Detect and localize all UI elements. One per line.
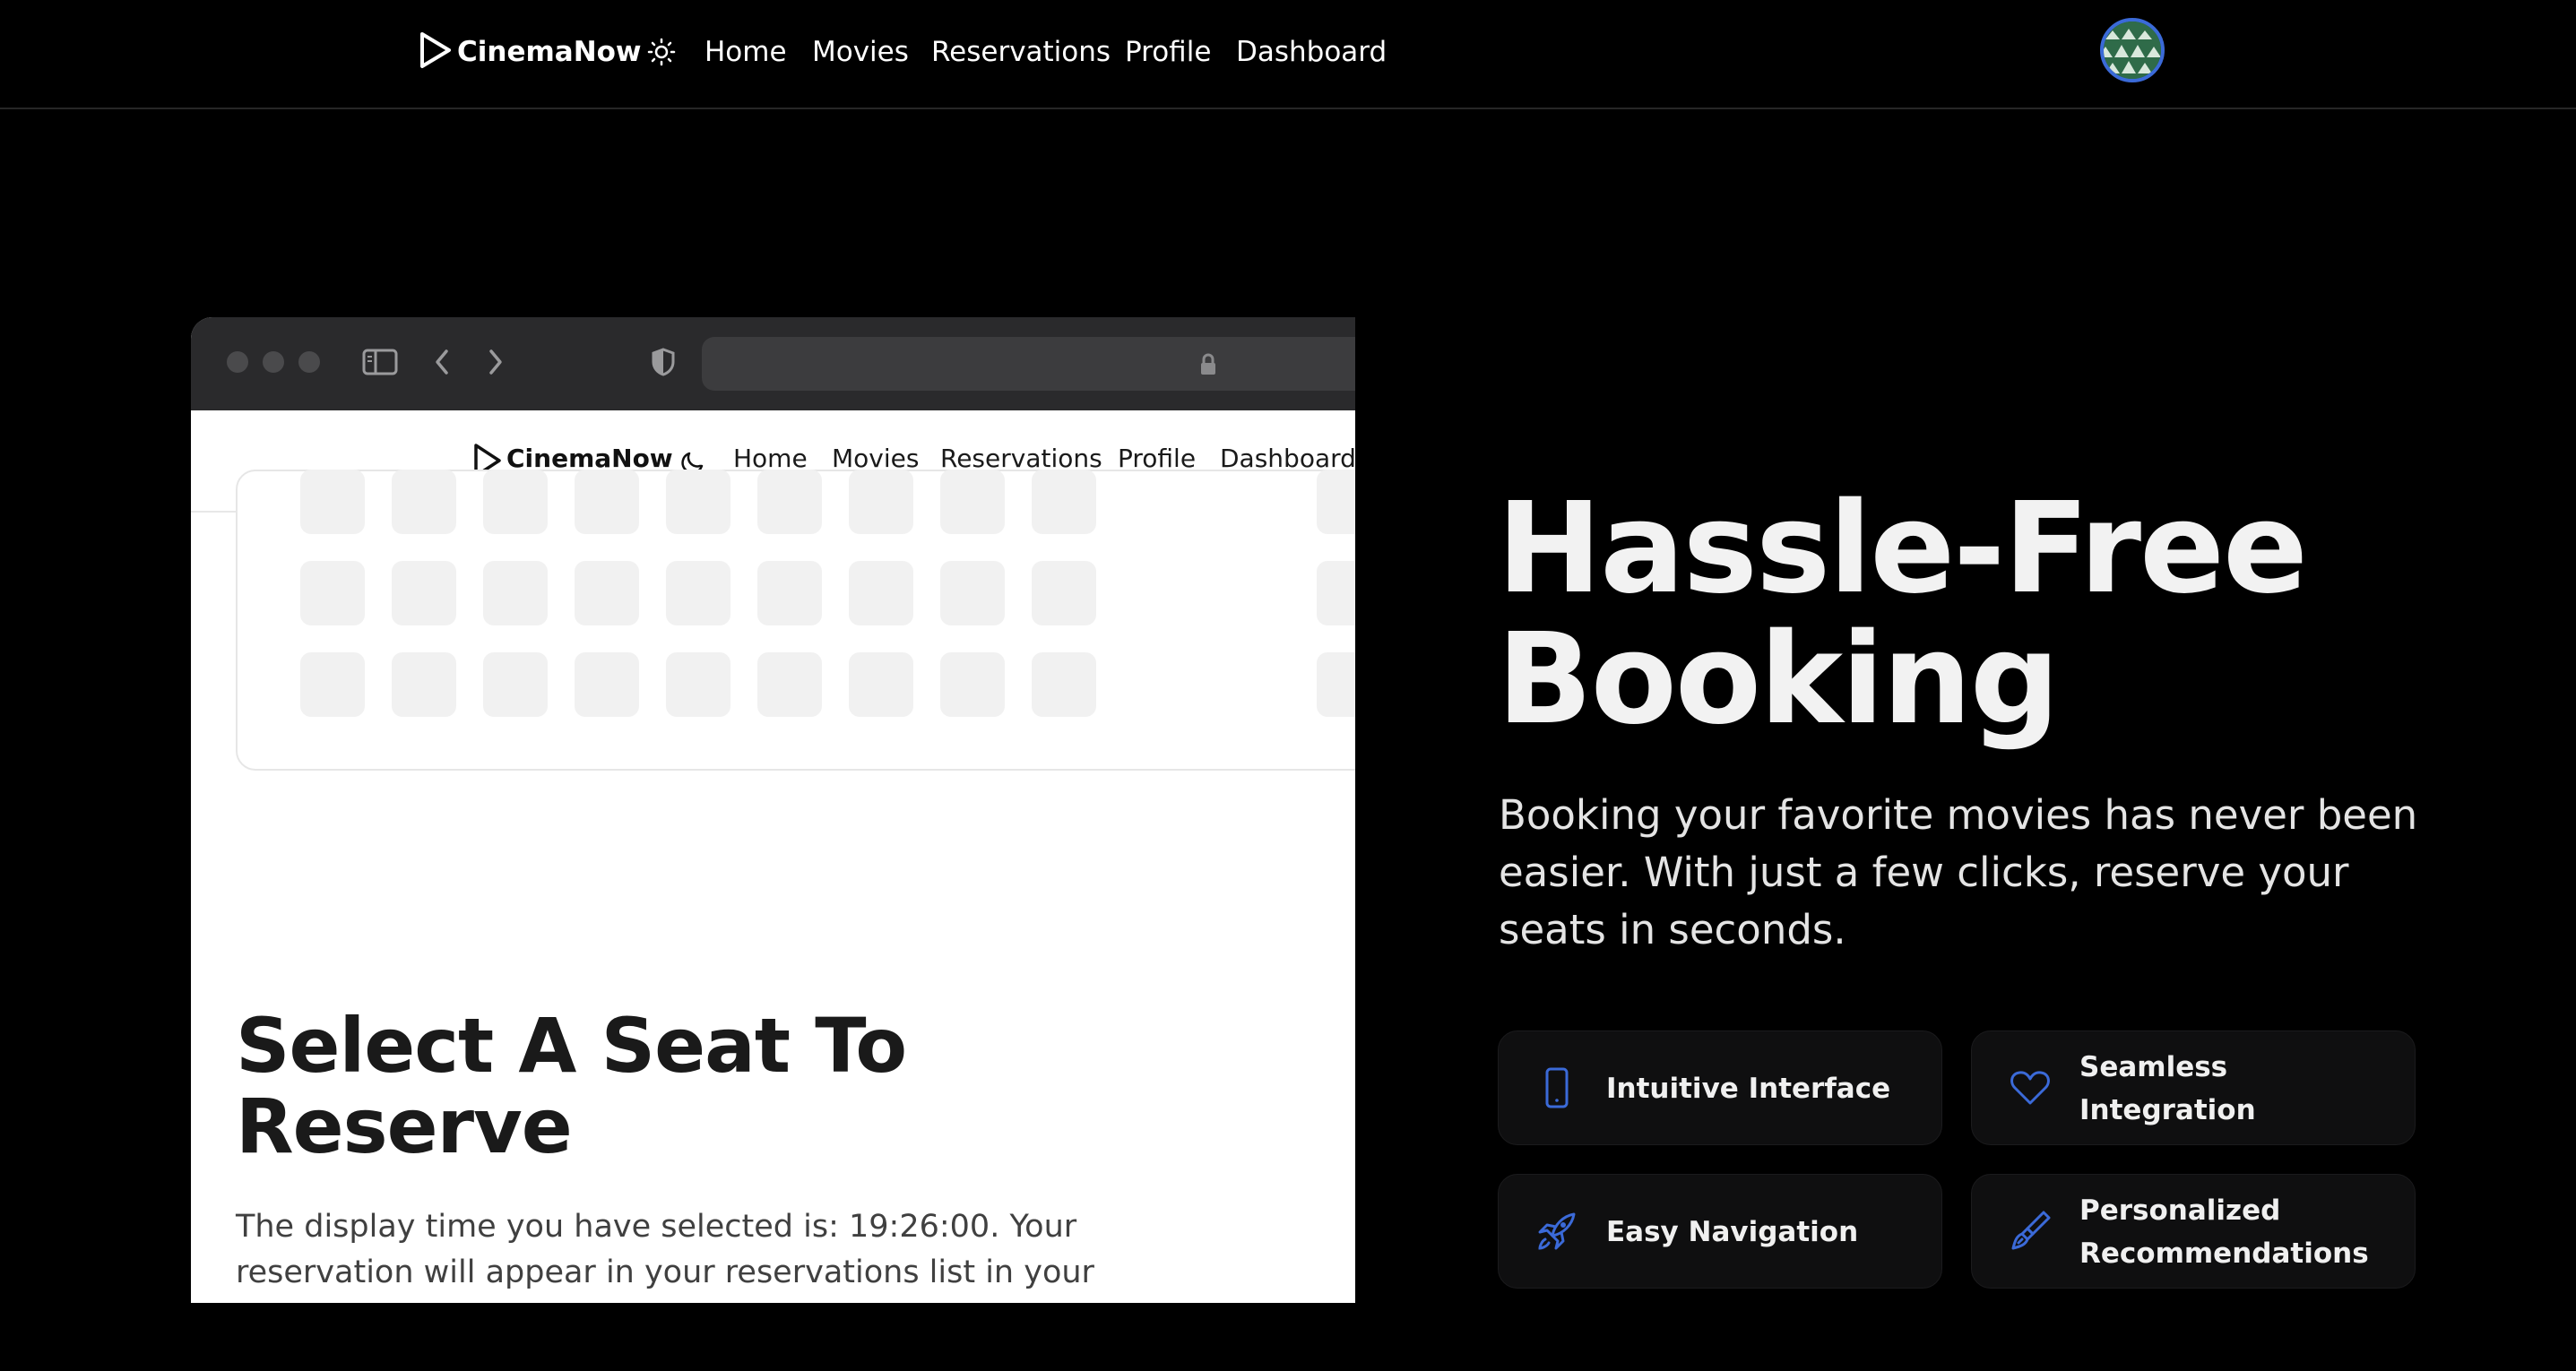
address-bar <box>702 337 1355 391</box>
heart-icon <box>2010 1071 2050 1105</box>
sun-icon[interactable] <box>647 38 676 66</box>
feature-label: Personalized Recommendations <box>2079 1194 2369 1270</box>
forward-arrow-icon <box>489 349 502 375</box>
seat-selection-heading: Select A Seat To Reserve <box>236 1002 907 1170</box>
seat[interactable] <box>392 561 456 625</box>
seat[interactable] <box>666 652 730 717</box>
seat[interactable] <box>757 561 822 625</box>
seat[interactable] <box>849 561 913 625</box>
paintbrush-icon <box>2011 1211 2051 1250</box>
play-logo-icon[interactable] <box>418 30 454 70</box>
feature-card-personalized-recommendations: Personalized Recommendations <box>1971 1174 2416 1289</box>
seat[interactable] <box>1317 561 1355 625</box>
nav-profile[interactable]: Profile <box>1125 30 1211 73</box>
seat[interactable] <box>940 470 1005 534</box>
nav-movies[interactable]: Movies <box>812 30 909 73</box>
seat[interactable] <box>940 652 1005 717</box>
seat[interactable] <box>300 561 365 625</box>
sidebar-toggle-icon <box>362 349 398 375</box>
seat[interactable] <box>300 652 365 717</box>
seat[interactable] <box>1032 561 1096 625</box>
seat[interactable] <box>300 470 365 534</box>
feature-card-easy-navigation: Easy Navigation <box>1498 1174 1942 1289</box>
feature-card-intuitive-interface: Intuitive Interface <box>1498 1030 1942 1145</box>
seat[interactable] <box>1317 652 1355 717</box>
seat[interactable] <box>575 652 639 717</box>
feature-label: Seamless Integration <box>2079 1051 2256 1126</box>
seat[interactable] <box>575 561 639 625</box>
seat[interactable] <box>1317 470 1355 534</box>
seat-selection-description: The display time you have selected is: 1… <box>236 1209 1094 1290</box>
phone-icon <box>1545 1067 1569 1108</box>
seat[interactable] <box>757 470 822 534</box>
window-maximize-dot <box>298 351 320 373</box>
seat[interactable] <box>666 470 730 534</box>
seat[interactable] <box>757 652 822 717</box>
browser-mockup: CinemaNow Home Movies Reservations Profi… <box>191 317 1355 1303</box>
feature-card-seamless-integration: Seamless Integration <box>1971 1030 2416 1145</box>
seat[interactable] <box>1032 652 1096 717</box>
avatar-pattern-icon <box>2104 22 2161 79</box>
seat[interactable] <box>575 470 639 534</box>
feature-label: Easy Navigation <box>1606 1216 1859 1248</box>
window-close-dot <box>227 351 248 373</box>
rocket-icon <box>1538 1212 1576 1250</box>
browser-chrome <box>191 317 1355 411</box>
top-navbar: CinemaNow Home Movies Reservations Profi… <box>0 0 2576 109</box>
seat[interactable] <box>849 470 913 534</box>
seat[interactable] <box>666 561 730 625</box>
seat[interactable] <box>849 652 913 717</box>
seat[interactable] <box>1032 470 1096 534</box>
back-arrow-icon <box>436 349 448 375</box>
nav-home[interactable]: Home <box>705 30 787 73</box>
hero-title: Hassle-Free Booking <box>1497 476 2308 753</box>
window-minimize-dot <box>263 351 284 373</box>
feature-label: Intuitive Interface <box>1606 1073 1891 1105</box>
hero-subtitle: Booking your favorite movies has never b… <box>1499 791 2418 953</box>
nav-dashboard[interactable]: Dashboard <box>1236 30 1387 73</box>
seat[interactable] <box>483 652 548 717</box>
nav-reservations[interactable]: Reservations <box>931 30 1111 73</box>
seat[interactable] <box>940 561 1005 625</box>
seat[interactable] <box>483 470 548 534</box>
lock-icon <box>1201 353 1215 375</box>
shield-icon <box>652 348 675 376</box>
seat[interactable] <box>392 470 456 534</box>
avatar[interactable] <box>2100 18 2165 82</box>
seat[interactable] <box>483 561 548 625</box>
seat-map-card <box>236 470 1355 771</box>
brand-name[interactable]: CinemaNow <box>457 30 642 73</box>
seat[interactable] <box>392 652 456 717</box>
